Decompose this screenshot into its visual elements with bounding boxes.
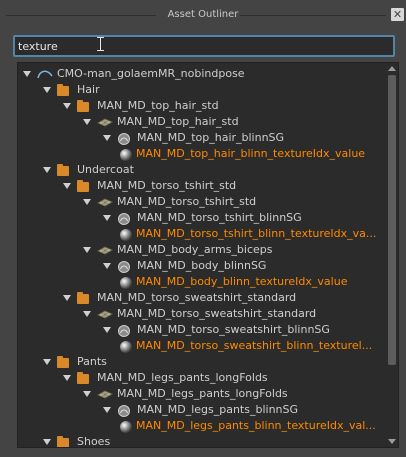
folder-icon	[57, 84, 69, 96]
shader-node-icon	[119, 420, 133, 433]
shader-node-icon	[119, 276, 133, 289]
tree-row-label: MAN_MD_torso_tshirt_blinn_textureIdx_va.…	[136, 227, 377, 240]
expand-arrow-icon[interactable]	[103, 263, 111, 269]
asset-tree[interactable]: CMO-man_golaemMR_nobindpose Hair MAN_MD_to…	[17, 62, 399, 448]
shader-node-icon	[119, 148, 133, 161]
mesh-icon	[97, 116, 113, 128]
expand-arrow-icon[interactable]	[83, 391, 91, 397]
folder-icon	[57, 436, 69, 447]
expand-arrow-icon[interactable]	[63, 183, 71, 189]
expand-arrow-icon[interactable]	[43, 167, 51, 173]
shading-group-icon	[117, 404, 131, 417]
expand-arrow-icon[interactable]	[43, 87, 51, 93]
expand-arrow-icon[interactable]	[63, 295, 71, 301]
expand-arrow-icon[interactable]	[103, 407, 111, 413]
folder-icon	[77, 100, 89, 112]
scroll-up-icon[interactable]	[388, 66, 396, 71]
folder-icon	[77, 372, 89, 384]
shading-group-icon	[117, 132, 131, 145]
curve-icon	[37, 68, 53, 80]
folder-icon	[57, 356, 69, 368]
tree-row-label: MAN_MD_torso_sweatshirt_standard	[97, 291, 297, 304]
tree-row-label: MAN_MD_top_hair_blinn_textureIdx_value	[136, 147, 366, 160]
folder-icon	[57, 164, 69, 176]
search-input[interactable]	[18, 38, 378, 54]
shader-node-icon	[119, 228, 133, 241]
expand-arrow-icon[interactable]	[63, 375, 71, 381]
shading-group-icon	[117, 212, 131, 225]
tree-row-label: MAN_MD_torso_tshirt_std	[97, 179, 237, 192]
scrollbar-thumb[interactable]	[388, 75, 396, 365]
expand-arrow-icon[interactable]	[23, 71, 31, 77]
search-field-frame[interactable]	[13, 35, 395, 57]
expand-arrow-icon[interactable]	[103, 215, 111, 221]
text-cursor-icon	[97, 36, 104, 52]
shader-node-icon	[119, 340, 133, 353]
tree-row-label: MAN_MD_body_blinn_textureIdx_value	[136, 275, 348, 288]
tree-row-label: MAN_MD_legs_pants_blinn_textureIdx_val..…	[136, 419, 376, 432]
tree-row-label: MAN_MD_torso_sweatshirt_blinn_texturel..…	[136, 339, 373, 352]
shading-group-icon	[117, 260, 131, 273]
tree-row-label: MAN_MD_legs_pants_blinnSG	[137, 403, 299, 416]
tree-row-label: MAN_MD_torso_sweatshirt_blinnSG	[137, 323, 330, 336]
expand-arrow-icon[interactable]	[83, 199, 91, 205]
vertical-scrollbar[interactable]	[386, 63, 398, 447]
title-bar[interactable]: Asset Outliner ✕	[0, 0, 406, 30]
tree-row-label: Pants	[77, 355, 107, 368]
tree-row-label: MAN_MD_legs_pants_longFolds	[117, 387, 288, 400]
title-grip-right	[240, 15, 386, 16]
tree-row-label: MAN_MD_top_hair_std	[97, 99, 219, 112]
tree-row-label: MAN_MD_torso_tshirt_std	[117, 195, 257, 208]
expand-arrow-icon[interactable]	[83, 119, 91, 125]
expand-arrow-icon[interactable]	[103, 135, 111, 141]
tree-row-label: MAN_MD_body_blinnSG	[137, 259, 267, 272]
expand-arrow-icon[interactable]	[43, 439, 51, 445]
expand-arrow-icon[interactable]	[63, 103, 71, 109]
tree-row-label: Hair	[77, 83, 100, 96]
tree-row-label: MAN_MD_legs_pants_longFolds	[97, 371, 268, 384]
folder-icon	[77, 292, 89, 304]
mesh-icon	[97, 388, 113, 400]
folder-icon	[77, 180, 89, 192]
tree-row-label: MAN_MD_torso_sweatshirt_standard	[117, 307, 317, 320]
close-button[interactable]: ✕	[391, 8, 404, 21]
shading-group-icon	[117, 324, 131, 337]
mesh-icon	[97, 308, 113, 320]
tree-row-label: CMO-man_golaemMR_nobindpose	[57, 67, 245, 80]
tree-row-label: Shoes	[77, 435, 111, 448]
tree-row-label: MAN_MD_top_hair_std	[117, 115, 239, 128]
mesh-icon	[97, 196, 113, 208]
tree-row-label: MAN_MD_torso_tshirt_blinnSG	[137, 211, 302, 224]
expand-arrow-icon[interactable]	[103, 327, 111, 333]
tree-row-label: MAN_MD_top_hair_blinnSG	[137, 131, 285, 144]
expand-arrow-icon[interactable]	[43, 359, 51, 365]
scroll-down-icon[interactable]	[388, 439, 396, 444]
tree-row-label: MAN_MD_body_arms_biceps	[117, 243, 273, 256]
tree-row-label: Undercoat	[77, 163, 134, 176]
expand-arrow-icon[interactable]	[83, 247, 91, 253]
expand-arrow-icon[interactable]	[83, 311, 91, 317]
mesh-icon	[97, 244, 113, 256]
